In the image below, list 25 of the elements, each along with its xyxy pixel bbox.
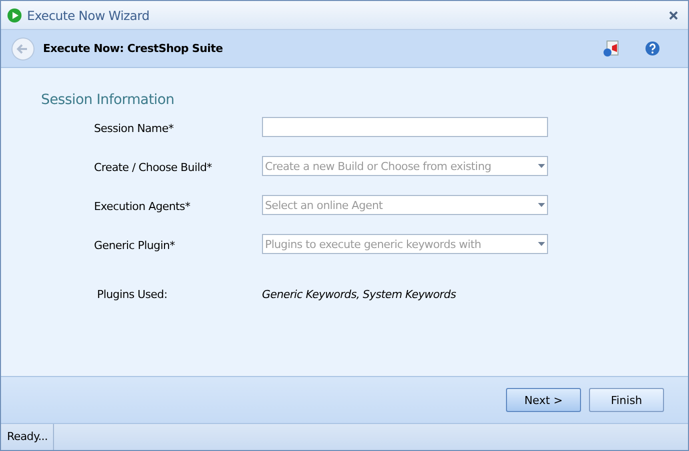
plugins-used-value: Generic Keywords, System Keywords xyxy=(262,288,457,301)
status-text: Ready... xyxy=(1,424,54,450)
field-label: Execution Agents* xyxy=(94,200,192,213)
field-label: Create / Choose Build* xyxy=(94,161,213,174)
dropdown-arrow-icon xyxy=(538,164,545,168)
dropdown-field[interactable]: Create a new Build or Choose from existing xyxy=(262,156,548,176)
help-button[interactable] xyxy=(645,41,660,56)
close-icon xyxy=(669,10,678,20)
input-field[interactable] xyxy=(262,117,548,137)
wizard-header-title: Execute Now: CrestShop Suite xyxy=(43,42,224,55)
dropdown-field[interactable]: Plugins to execute generic keywords with xyxy=(262,234,548,254)
video-record-icon xyxy=(603,40,621,57)
play-icon xyxy=(7,8,22,22)
field-label: Session Name* xyxy=(94,122,175,135)
wizard-button[interactable]: Next > xyxy=(506,388,581,412)
section-title: Session Information xyxy=(41,92,176,108)
dropdown-arrow-icon xyxy=(538,203,545,207)
dropdown-arrow-icon xyxy=(538,242,545,246)
field-label: Generic Plugin* xyxy=(94,239,176,252)
record-button[interactable] xyxy=(603,40,621,57)
dropdown-field[interactable]: Select an online Agent xyxy=(262,195,548,215)
help-icon xyxy=(645,41,660,56)
plugins-used-label: Plugins Used: xyxy=(96,288,168,301)
wizard-button[interactable]: Finish xyxy=(589,388,664,412)
window-title: Execute Now Wizard xyxy=(27,8,150,22)
